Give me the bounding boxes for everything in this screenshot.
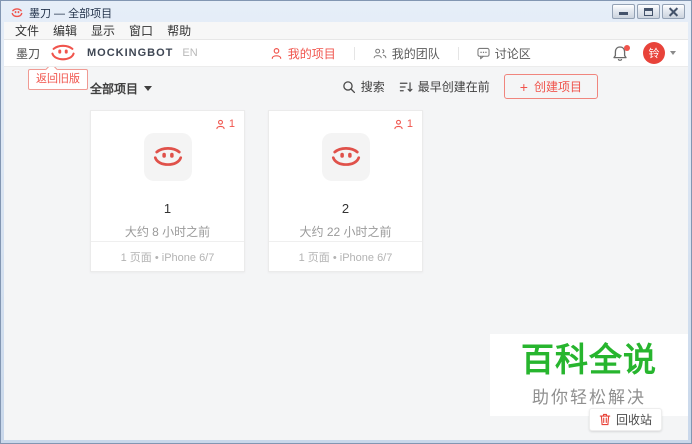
member-count-badge: 1 [393,118,413,130]
person-icon [270,47,283,60]
search-icon [342,80,356,94]
watermark-overlay: 百科全说 助你轻松解决 [490,334,688,416]
menu-file[interactable]: 文件 [8,22,46,40]
project-meta: 1 页面 • iPhone 6/7 [269,241,422,271]
app-window: 墨刀 — 全部项目 文件 编辑 显示 窗口 帮助 墨刀 MOCKINGBOT E… [0,0,692,444]
recycle-bin-label: 回收站 [615,413,652,427]
search-label: 搜索 [360,80,385,94]
search-button[interactable]: 搜索 [342,78,385,95]
watermark-subtitle: 助你轻松解决 [532,387,646,407]
recycle-bin-button[interactable]: 回收站 [588,408,662,431]
project-filter-dropdown[interactable]: 全部项目 [90,80,153,97]
minimize-icon [619,12,628,15]
menubar: 文件 编辑 显示 窗口 帮助 [4,22,688,40]
back-to-old-version-button[interactable]: 返回旧版 [28,69,88,90]
chevron-down-icon[interactable] [670,51,676,55]
divider [353,46,355,60]
create-project-button[interactable]: + 创建项目 [503,74,598,99]
project-time: 大约 22 小时之前 [299,225,392,239]
sort-dropdown[interactable]: 最早创建在前 [399,78,490,95]
close-button[interactable] [662,4,685,19]
notification-bell-icon[interactable] [612,44,630,62]
maximize-button[interactable] [637,4,660,19]
member-icon [394,119,403,129]
project-name: 2 [341,201,350,216]
tab-my-projects[interactable]: 我的项目 [270,45,336,62]
project-name: 1 [163,201,172,216]
menu-view[interactable]: 显示 [84,22,122,40]
member-count: 1 [228,118,235,130]
project-thumbnail [321,133,370,181]
brand-name-cn: 墨刀 [16,46,41,61]
team-icon [373,47,387,60]
avatar[interactable]: 铃 [643,42,665,64]
sort-icon [399,80,413,94]
mockingbot-logo-icon[interactable] [48,43,78,63]
project-card-1[interactable]: 1 1 大约 8 小时之前 1 页面 • iPhone 6/7 [90,110,245,272]
trash-icon [599,413,611,426]
tab-label: 我的团队 [391,46,440,61]
app-header: 墨刀 MOCKINGBOT EN 我的项目 我的团队 讨论区 铃 [4,40,688,67]
watermark-title: 百科全说 [521,341,657,379]
tab-discussion[interactable]: 讨论区 [477,45,531,62]
menu-window[interactable]: 窗口 [122,22,160,40]
caret-down-icon [144,86,153,91]
speech-bubble-icon [477,47,490,60]
window-controls [610,4,685,19]
tab-label: 讨论区 [494,46,531,61]
plus-icon: + [519,78,528,95]
notification-dot [624,44,630,51]
project-card-2[interactable]: 1 2 大约 22 小时之前 1 页面 • iPhone 6/7 [268,110,423,272]
header-tabs: 我的项目 我的团队 讨论区 [270,45,531,62]
toolbar-right: 搜索 最早创建在前 + 创建项目 [342,74,598,99]
titlebar[interactable]: 墨刀 — 全部项目 [4,1,688,22]
member-icon [216,119,225,129]
mockingbot-face-icon [153,147,182,166]
minimize-button[interactable] [612,4,635,19]
sort-label: 最早创建在前 [417,80,490,94]
tab-label: 我的项目 [287,46,336,61]
filter-label: 全部项目 [90,82,139,96]
member-count-badge: 1 [215,118,235,130]
header-right: 铃 [612,42,676,64]
brand-name-en: MOCKINGBOT [87,47,174,59]
mockingbot-face-icon [331,147,360,166]
project-thumbnail [143,133,192,181]
tab-my-teams[interactable]: 我的团队 [373,45,440,62]
window-title: 墨刀 — 全部项目 [29,7,113,20]
menu-help[interactable]: 帮助 [160,22,198,40]
create-project-label: 创建项目 [533,80,582,94]
project-meta: 1 页面 • iPhone 6/7 [91,241,244,271]
menu-edit[interactable]: 编辑 [46,22,84,40]
member-count: 1 [406,118,413,130]
language-switch[interactable]: EN [182,47,197,59]
app-icon [10,6,24,20]
content-area: 返回旧版 全部项目 搜索 最早创建在前 + 创建项目 1 1 大约 8 小时之前… [4,67,688,440]
project-time: 大约 8 小时之前 [124,225,211,239]
maximize-icon [644,8,653,16]
divider [457,46,459,60]
